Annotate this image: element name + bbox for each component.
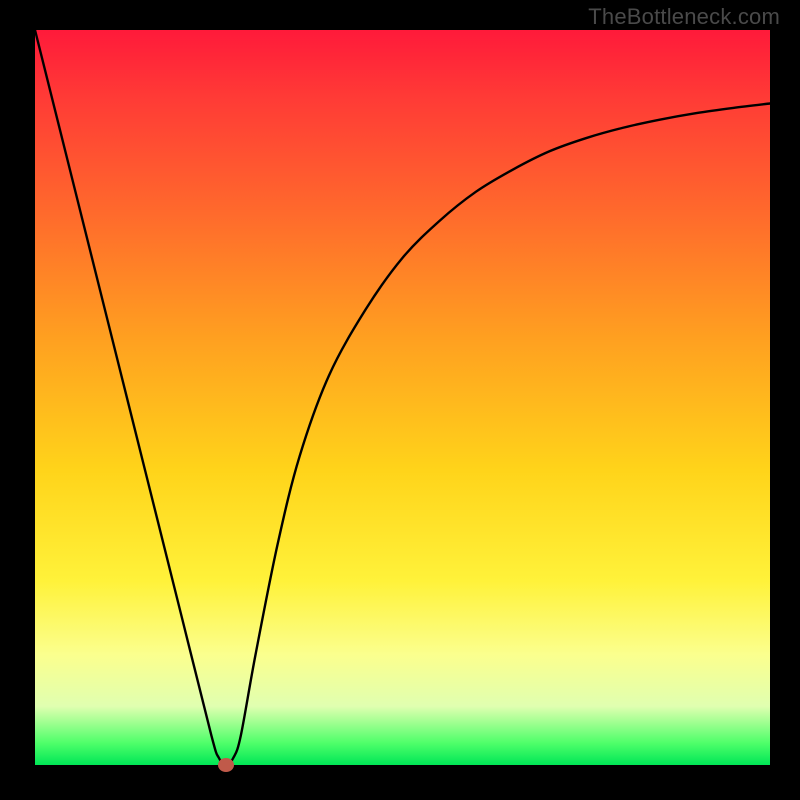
bottleneck-curve [35, 30, 770, 765]
minimum-marker [218, 758, 234, 772]
watermark-text: TheBottleneck.com [588, 4, 780, 30]
chart-frame: TheBottleneck.com [0, 0, 800, 800]
plot-area [35, 30, 770, 765]
